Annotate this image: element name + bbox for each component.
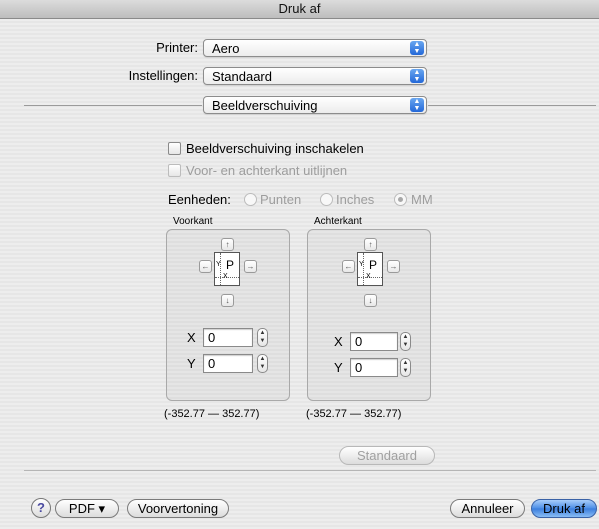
align-sides-label: Voor- en achterkant uitlijnen bbox=[186, 163, 348, 178]
page-letter: P bbox=[369, 258, 378, 272]
arrow-down-icon[interactable]: ↓ bbox=[364, 294, 377, 307]
front-y-field[interactable]: 0 bbox=[203, 354, 253, 373]
preview-button[interactable]: Voorvertoning bbox=[127, 499, 229, 518]
popup-arrows-icon: ▲ ▼ bbox=[410, 69, 424, 83]
page-x-label: X bbox=[366, 273, 371, 280]
standaard-button[interactable]: Standaard bbox=[339, 446, 435, 465]
back-x-label: X bbox=[334, 334, 343, 349]
units-option-mm: MM bbox=[411, 192, 433, 207]
enable-shift-label: Beeldverschuiving inschakelen bbox=[186, 141, 364, 156]
enable-shift-checkbox[interactable] bbox=[168, 142, 181, 155]
back-y-stepper[interactable]: ▲ ▼ bbox=[400, 358, 411, 377]
panel-popup[interactable]: Beeldverschuiving ▲ ▼ bbox=[203, 96, 427, 114]
front-group: ↑ ← Y P X → ↓ X 0 ▲ ▼ Y 0 ▲ ▼ bbox=[166, 229, 290, 401]
front-range: (-352.77 — 352.77) bbox=[164, 408, 260, 420]
page-y-label: Y bbox=[359, 261, 364, 268]
settings-label: Instellingen: bbox=[128, 68, 198, 83]
back-y-field[interactable]: 0 bbox=[350, 358, 398, 377]
front-x-stepper[interactable]: ▲ ▼ bbox=[257, 328, 268, 347]
arrow-up-icon[interactable]: ↑ bbox=[221, 238, 234, 251]
front-x-field[interactable]: 0 bbox=[203, 328, 253, 347]
page-guide-vertical bbox=[220, 253, 221, 285]
units-option-points: Punten bbox=[260, 192, 302, 207]
back-y-label: Y bbox=[334, 360, 343, 375]
print-button[interactable]: Druk af bbox=[531, 499, 597, 518]
printer-popup[interactable]: Aero ▲ ▼ bbox=[203, 39, 427, 57]
arrow-down-icon[interactable]: ↓ bbox=[221, 294, 234, 307]
arrow-up-icon[interactable]: ↑ bbox=[364, 238, 377, 251]
print-dialog: Printer: Aero ▲ ▼ Instellingen: Standaard… bbox=[0, 19, 599, 529]
page-guide-vertical bbox=[363, 253, 364, 285]
units-label: Eenheden: bbox=[168, 192, 231, 207]
arrow-left-icon[interactable]: ← bbox=[342, 260, 355, 273]
front-y-stepper[interactable]: ▲ ▼ bbox=[257, 354, 268, 373]
back-range: (-352.77 — 352.77) bbox=[306, 408, 402, 420]
units-radio-inches[interactable] bbox=[320, 193, 333, 206]
popup-arrows-icon: ▲ ▼ bbox=[410, 98, 424, 112]
front-x-label: X bbox=[187, 330, 196, 345]
separator-left bbox=[24, 105, 202, 106]
back-group-title: Achterkant bbox=[314, 216, 362, 227]
units-radio-mm[interactable] bbox=[394, 193, 407, 206]
arrow-right-icon[interactable]: → bbox=[387, 260, 400, 273]
window-title: Druk af bbox=[0, 0, 599, 19]
page-preview: Y P X bbox=[214, 252, 240, 286]
front-y-label: Y bbox=[187, 356, 196, 371]
back-x-stepper[interactable]: ▲ ▼ bbox=[400, 332, 411, 351]
printer-label: Printer: bbox=[156, 40, 198, 55]
page-letter: P bbox=[226, 258, 235, 272]
page-preview: Y P X bbox=[357, 252, 383, 286]
help-button[interactable]: ? bbox=[31, 498, 51, 518]
back-x-field[interactable]: 0 bbox=[350, 332, 398, 351]
panel-value: Beeldverschuiving bbox=[212, 98, 318, 113]
cancel-button[interactable]: Annuleer bbox=[450, 499, 525, 518]
bottom-separator bbox=[24, 470, 596, 471]
units-option-inches: Inches bbox=[336, 192, 375, 207]
front-group-title: Voorkant bbox=[173, 216, 213, 227]
page-x-label: X bbox=[223, 273, 228, 280]
units-radio-points[interactable] bbox=[244, 193, 257, 206]
popup-arrows-icon: ▲ ▼ bbox=[410, 41, 424, 55]
separator-right bbox=[428, 105, 596, 106]
settings-value: Standaard bbox=[212, 69, 272, 84]
pdf-button[interactable]: PDF ▾ bbox=[55, 499, 119, 518]
settings-popup[interactable]: Standaard ▲ ▼ bbox=[203, 67, 427, 85]
arrow-left-icon[interactable]: ← bbox=[199, 260, 212, 273]
align-sides-checkbox[interactable] bbox=[168, 164, 181, 177]
page-y-label: Y bbox=[216, 261, 221, 268]
printer-value: Aero bbox=[212, 41, 240, 56]
back-group: ↑ ← Y P X → ↓ X 0 ▲ ▼ Y 0 ▲ ▼ bbox=[307, 229, 431, 401]
arrow-right-icon[interactable]: → bbox=[244, 260, 257, 273]
